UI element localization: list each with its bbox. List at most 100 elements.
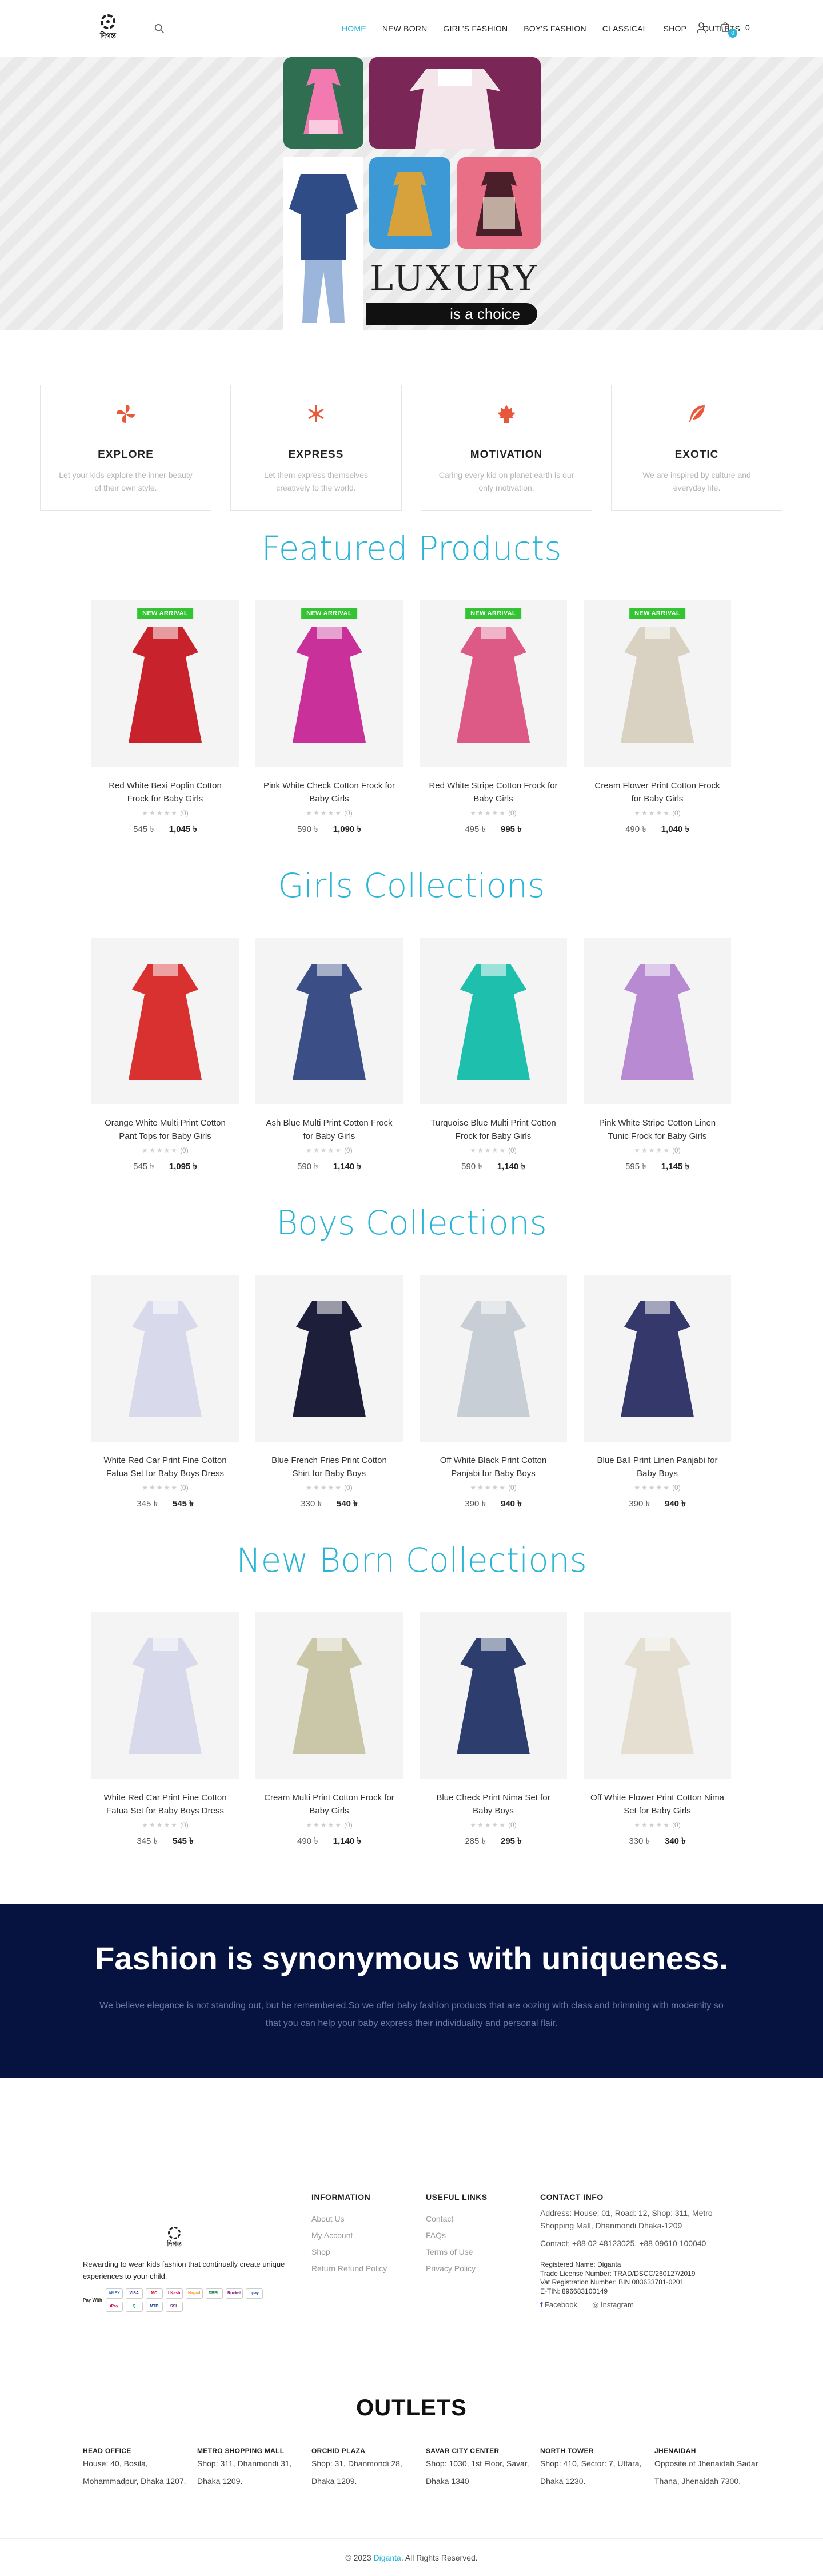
- product-name[interactable]: Red White Stripe Cotton Frock for Baby G…: [420, 780, 567, 806]
- product-image[interactable]: [420, 1275, 567, 1442]
- product-card[interactable]: Turquoise Blue Multi Print Cotton Frock …: [420, 938, 567, 1174]
- product-price: 330 ৳ 340 ৳: [584, 1835, 731, 1849]
- product-name[interactable]: Orange White Multi Print Cotton Pant Top…: [91, 1117, 239, 1143]
- product-card[interactable]: NEW ARRIVAL Pink White Check Cotton Frock…: [255, 600, 403, 837]
- product-image[interactable]: [584, 1275, 731, 1442]
- feature-text: Let them express themselves creatively t…: [263, 470, 369, 492]
- facebook-link[interactable]: f Facebook: [540, 2300, 577, 2310]
- product-card[interactable]: NEW ARRIVAL Red White Bexi Poplin Cotton …: [91, 600, 239, 837]
- product-image[interactable]: [420, 938, 567, 1104]
- product-image[interactable]: [584, 938, 731, 1104]
- rating-count: (0): [508, 809, 517, 817]
- footer-link-privacy[interactable]: Privacy Policy: [426, 2264, 476, 2273]
- product-image[interactable]: NEW ARRIVAL: [420, 600, 567, 767]
- product-name[interactable]: Ash Blue Multi Print Cotton Frock for Ba…: [255, 1117, 403, 1143]
- price-new: 1,145 ৳: [661, 1162, 689, 1171]
- product-name[interactable]: White Red Car Print Fine Cotton Fatua Se…: [91, 1454, 239, 1480]
- outlet-savar: SAVAR CITY CENTER Shop: 1030, 1st Floor, …: [426, 2447, 534, 2490]
- product-card[interactable]: White Red Car Print Fine Cotton Fatua Se…: [91, 1612, 239, 1849]
- product-image[interactable]: [584, 1612, 731, 1779]
- price-new: 545 ৳: [173, 1499, 194, 1509]
- price-new: 540 ৳: [337, 1499, 358, 1509]
- user-icon[interactable]: [696, 22, 706, 33]
- nav-boys-fashion[interactable]: BOY'S FASHION: [524, 24, 586, 33]
- product-card[interactable]: Orange White Multi Print Cotton Pant Top…: [91, 938, 239, 1174]
- footer-link-about[interactable]: About Us: [311, 2214, 345, 2223]
- product-card[interactable]: Blue French Fries Print Cotton Shirt for…: [255, 1275, 403, 1512]
- product-image[interactable]: [91, 1612, 239, 1779]
- product-card[interactable]: Blue Check Print Nima Set for Baby Boys ★…: [420, 1612, 567, 1849]
- product-name[interactable]: Blue French Fries Print Cotton Shirt for…: [255, 1454, 403, 1480]
- product-name[interactable]: Pink White Stripe Cotton Linen Tunic Fro…: [584, 1117, 731, 1143]
- price-old: 345 ৳: [137, 1836, 158, 1846]
- nav-new-born[interactable]: NEW BORN: [382, 24, 428, 33]
- rating-count: (0): [344, 1146, 353, 1154]
- product-card[interactable]: Off White Flower Print Cotton Nima Set f…: [584, 1612, 731, 1849]
- footer-link-refund[interactable]: Return Refund Policy: [311, 2264, 387, 2273]
- product-image[interactable]: [255, 938, 403, 1104]
- product-name[interactable]: Off White Flower Print Cotton Nima Set f…: [584, 1792, 731, 1817]
- dress-illustration: [621, 1638, 694, 1754]
- product-card[interactable]: Off White Black Print Cotton Panjabi for…: [420, 1275, 567, 1512]
- product-image[interactable]: NEW ARRIVAL: [91, 600, 239, 767]
- payment-logo-visa: VISA: [125, 2288, 143, 2299]
- site-logo[interactable]: দিগন্ত: [91, 12, 125, 45]
- search-icon[interactable]: [154, 23, 165, 34]
- product-image[interactable]: [91, 1275, 239, 1442]
- footer-link-faqs[interactable]: FAQs: [426, 2231, 446, 2240]
- copyright-link[interactable]: Diganta: [374, 2553, 401, 2562]
- product-name[interactable]: Blue Ball Print Linen Panjabi for Baby B…: [584, 1454, 731, 1480]
- nav-shop[interactable]: SHOP: [664, 24, 686, 33]
- product-image[interactable]: [420, 1612, 567, 1779]
- rating-count: (0): [672, 809, 681, 817]
- product-name[interactable]: Red White Bexi Poplin Cotton Frock for B…: [91, 780, 239, 806]
- product-image[interactable]: [255, 1612, 403, 1779]
- copyright-pre: © 2023: [345, 2553, 374, 2562]
- product-image[interactable]: NEW ARRIVAL: [255, 600, 403, 767]
- footer-logo[interactable]: দিগন্ত: [157, 2227, 191, 2251]
- product-card[interactable]: Blue Ball Print Linen Panjabi for Baby B…: [584, 1275, 731, 1512]
- product-name[interactable]: Cream Multi Print Cotton Frock for Baby …: [255, 1792, 403, 1817]
- rating-count: (0): [672, 1821, 681, 1829]
- product-name[interactable]: Turquoise Blue Multi Print Cotton Frock …: [420, 1117, 567, 1143]
- hero-banner[interactable]: LUXURY is a choice: [0, 57, 823, 330]
- product-image[interactable]: [255, 1275, 403, 1442]
- feature-exotic: EXOTIC We are inspired by culture and ev…: [611, 385, 782, 511]
- product-card[interactable]: Pink White Stripe Cotton Linen Tunic Fro…: [584, 938, 731, 1174]
- product-image[interactable]: NEW ARRIVAL: [584, 600, 731, 767]
- product-card[interactable]: NEW ARRIVAL Cream Flower Print Cotton Fro…: [584, 600, 731, 837]
- product-name[interactable]: Pink White Check Cotton Frock for Baby G…: [255, 780, 403, 806]
- new-arrival-badge: NEW ARRIVAL: [465, 608, 521, 619]
- product-card[interactable]: NEW ARRIVAL Red White Stripe Cotton Frock…: [420, 600, 567, 837]
- cart-count-badge: 0: [728, 29, 737, 38]
- hero-image-pink-dress: [283, 57, 363, 149]
- footer-link-account[interactable]: My Account: [311, 2231, 353, 2240]
- rating-count: (0): [344, 1484, 353, 1492]
- logo-gear-icon: [101, 14, 115, 29]
- footer-link-terms[interactable]: Terms of Use: [426, 2247, 473, 2256]
- cart-button[interactable]: 0: [719, 21, 737, 38]
- outlet-address: Opposite of Jhenaidah Sadar Thana, Jhena…: [654, 2459, 758, 2486]
- product-card[interactable]: Ash Blue Multi Print Cotton Frock for Ba…: [255, 938, 403, 1174]
- nav-classical[interactable]: CLASSICAL: [602, 24, 648, 33]
- product-image[interactable]: [91, 938, 239, 1104]
- product-card[interactable]: Cream Multi Print Cotton Frock for Baby …: [255, 1612, 403, 1849]
- instagram-link[interactable]: ◎ Instagram: [592, 2300, 634, 2310]
- footer-link-contact[interactable]: Contact: [426, 2214, 453, 2223]
- product-name[interactable]: Off White Black Print Cotton Panjabi for…: [420, 1454, 567, 1480]
- payment-logo-upay: upay: [245, 2288, 263, 2299]
- footer-link-shop[interactable]: Shop: [311, 2247, 330, 2256]
- price-old: 590 ৳: [297, 824, 318, 834]
- feature-text: Caring every kid on planet earth is our …: [438, 470, 574, 492]
- banner-title: Fashion is synonymous with uniqueness.: [95, 1940, 728, 1976]
- hero-image-gold-dress: [369, 157, 450, 249]
- nav-home[interactable]: HOME: [342, 24, 366, 33]
- nav-girls-fashion[interactable]: GIRL'S FASHION: [443, 24, 508, 33]
- product-name[interactable]: Cream Flower Print Cotton Frock for Baby…: [584, 780, 731, 806]
- footer-about-text: Rewarding to wear kids fashion that cont…: [83, 2260, 285, 2280]
- product-card[interactable]: White Red Car Print Fine Cotton Fatua Se…: [91, 1275, 239, 1512]
- product-name[interactable]: White Red Car Print Fine Cotton Fatua Se…: [91, 1792, 239, 1817]
- pinwheel-icon: [117, 405, 135, 423]
- product-name[interactable]: Blue Check Print Nima Set for Baby Boys: [420, 1792, 567, 1817]
- product-price: 590 ৳ 1,140 ৳: [255, 1160, 403, 1174]
